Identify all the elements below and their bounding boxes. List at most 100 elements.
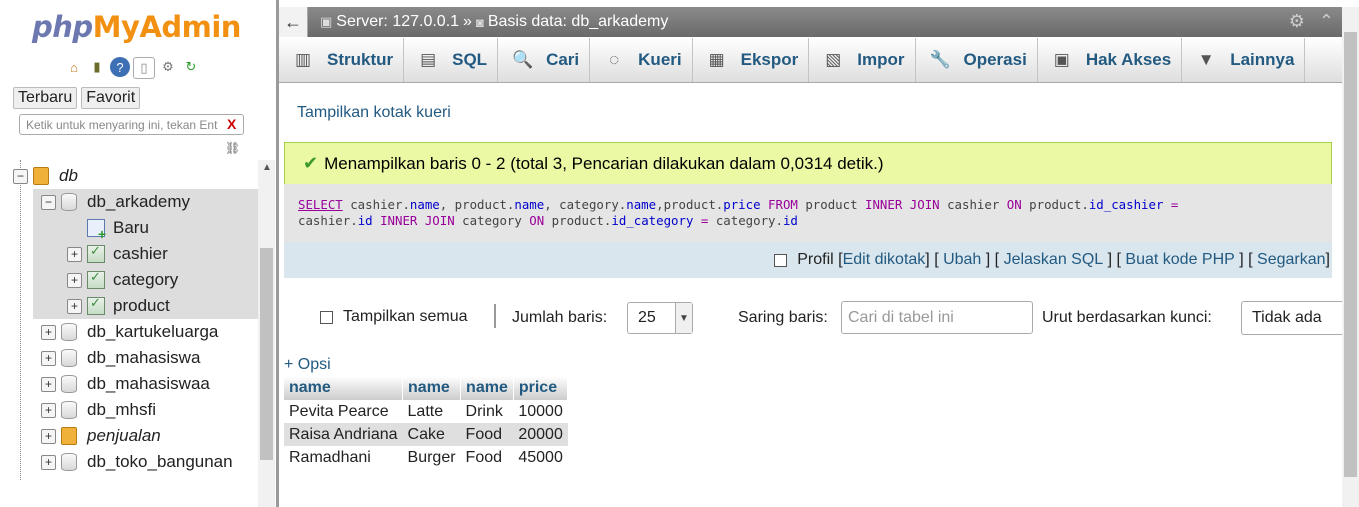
tab-kueri[interactable]: ◌ Kueri [590, 38, 693, 82]
collapse-nav-button[interactable]: ← [279, 7, 308, 37]
tree-item[interactable]: + penjualan [33, 423, 258, 449]
tab-ekspor[interactable]: ▦ Ekspor [693, 38, 810, 82]
link-icon[interactable]: ⛓ [225, 141, 240, 155]
home-icon[interactable]: ⌂ [64, 57, 84, 77]
tab-impor[interactable]: ▧ Impor [809, 38, 916, 82]
sort-key-select[interactable]: Tidak ada [1241, 301, 1342, 335]
column-header[interactable]: name [284, 376, 404, 400]
content-scrollbar[interactable] [1342, 7, 1359, 507]
show-all-control[interactable]: Tampilkan semua [320, 300, 468, 334]
scroll-thumb[interactable] [260, 248, 273, 460]
table-row[interactable]: Ramadhani Burger Food 45000 [284, 446, 568, 469]
breadcrumb-database[interactable]: Basis data: db_arkademy [488, 13, 669, 31]
tab-favorites[interactable]: Favorit [81, 87, 141, 109]
tree-item-label[interactable]: product [113, 296, 170, 316]
breadcrumb: ← ▣ Server: 127.0.0.1 » ◙ Basis data: db… [279, 7, 1342, 37]
documentation-icon[interactable]: ▯ [133, 57, 155, 79]
collapse-icon[interactable]: − [41, 195, 56, 210]
edit-inline-link[interactable]: Edit dikotak [843, 251, 926, 269]
table-row[interactable]: Raisa Andriana Cake Food 20000 [284, 423, 568, 446]
refresh-link[interactable]: Segarkan [1257, 251, 1326, 269]
tab-recent[interactable]: Terbaru [13, 87, 78, 109]
options-link[interactable]: + Opsi [284, 356, 331, 374]
tree-item-label[interactable]: db [59, 166, 78, 186]
show-all-checkbox[interactable] [320, 310, 333, 324]
sql-query-display[interactable]: SELECT cashier.name, product.name, categ… [284, 184, 1332, 242]
reload-icon[interactable]: ↻ [181, 57, 201, 77]
logout-icon[interactable]: ▮ [87, 57, 107, 77]
expand-icon[interactable]: + [67, 247, 82, 262]
expand-icon[interactable]: + [41, 455, 56, 470]
tab-cari[interactable]: 🔍 Cari [498, 38, 591, 82]
gear-icon[interactable]: ⚙ [158, 57, 178, 77]
tab-hak-akses[interactable]: ▣ Hak Akses [1038, 38, 1183, 82]
breadcrumb-server[interactable]: Server: 127.0.0.1 [336, 13, 459, 31]
tree-item-label[interactable]: category [113, 270, 178, 290]
breadcrumb-path: ▣ Server: 127.0.0.1 » ◙ Basis data: db_a… [320, 13, 668, 31]
new-table-icon [87, 219, 106, 242]
tree-item[interactable]: − db_arkademy [33, 189, 258, 215]
content-scroll-thumb[interactable] [1344, 32, 1357, 477]
tree-item-label[interactable]: penjualan [87, 426, 161, 446]
column-header[interactable]: name [460, 376, 514, 400]
tree-item-label[interactable]: db_toko_bangunan [87, 452, 233, 472]
tab-sql[interactable]: ▤ SQL [404, 38, 499, 82]
tab-operasi[interactable]: 🔧 Operasi [916, 38, 1038, 82]
tree-item[interactable]: + category [33, 267, 258, 293]
explain-sql-link[interactable]: Jelaskan SQL [1004, 251, 1104, 269]
tree-item-label[interactable]: db_mahasiswa [87, 348, 200, 368]
sql-actions: Profil [Edit dikotak] [ Ubah ] [ Jelaska… [284, 242, 1332, 278]
filter-rows-input[interactable]: Cari di tabel ini [841, 301, 1033, 334]
chevron-down-icon: ▼ [675, 303, 692, 333]
tree-item[interactable]: + product [33, 293, 258, 319]
sql-column-token: id_cashier [1088, 197, 1164, 212]
show-query-box-link[interactable]: Tampilkan kotak kueri [297, 104, 451, 122]
phpmyadmin-logo[interactable]: phpMyAdmin [32, 10, 241, 44]
help-icon[interactable]: ? [110, 57, 130, 77]
tree-item[interactable]: − db [0, 163, 258, 189]
expand-icon[interactable]: + [67, 273, 82, 288]
tree-item[interactable]: + db_kartukeluarga [33, 319, 258, 345]
sql-text-token: , category. [544, 197, 627, 212]
tree-item[interactable]: + db_mhsfi [33, 397, 258, 423]
nav-filter-input[interactable]: Ketik untuk menyaring ini, tekan Ent [19, 114, 244, 135]
scroll-up-icon[interactable]: ▲ [262, 162, 272, 173]
nav-scrollbar[interactable]: ▲ [258, 160, 275, 507]
table-header-row: name name name price [284, 376, 569, 400]
profile-checkbox[interactable] [774, 253, 788, 267]
edit-link[interactable]: Ubah [943, 251, 981, 269]
tree-item-label[interactable]: cashier [113, 244, 168, 264]
tree-item-label[interactable]: db_arkademy [87, 192, 190, 212]
clear-filter-icon[interactable]: X [227, 116, 236, 132]
tree-item-label[interactable]: Baru [113, 218, 149, 238]
tree-item[interactable]: + db_toko_bangunan [33, 449, 258, 475]
sql-text-token: ,product. [656, 197, 724, 212]
expand-icon[interactable]: + [41, 351, 56, 366]
collapse-icon[interactable]: − [13, 169, 28, 184]
collapse-top-icon[interactable]: ⌃ [1319, 11, 1334, 32]
sql-text-token: product [797, 197, 866, 212]
expand-icon[interactable]: + [41, 403, 56, 418]
sql-column-token: price [723, 197, 761, 212]
settings-gear-icon[interactable]: ⚙ [1289, 11, 1305, 32]
tree-item[interactable]: + cashier [33, 241, 258, 267]
tree-item-label[interactable]: db_mahasiswaa [87, 374, 210, 394]
tree-line [20, 160, 22, 480]
column-header[interactable]: price [513, 376, 569, 400]
tree-item-label[interactable]: db_kartukeluarga [87, 322, 218, 342]
tab-lainnya[interactable]: ▼ Lainnya [1182, 38, 1306, 82]
expand-icon[interactable]: + [41, 429, 56, 444]
tree-item[interactable]: + db_mahasiswaa [33, 371, 258, 397]
expand-icon[interactable]: + [41, 325, 56, 340]
tree-item[interactable]: + db_mahasiswa [33, 345, 258, 371]
tree-item[interactable]: Baru [33, 215, 258, 242]
table-row[interactable]: Pevita Pearce Latte Drink 10000 [284, 400, 568, 423]
expand-icon[interactable]: + [67, 299, 82, 314]
export-icon: ▦ [708, 50, 725, 69]
tab-struktur[interactable]: ▥ Struktur [279, 38, 405, 82]
tree-item-label[interactable]: db_mhsfi [87, 400, 156, 420]
column-header[interactable]: name [402, 376, 462, 400]
rows-select[interactable]: 25 ▼ [627, 302, 693, 334]
create-php-code-link[interactable]: Buat kode PHP [1125, 251, 1234, 269]
expand-icon[interactable]: + [41, 377, 56, 392]
